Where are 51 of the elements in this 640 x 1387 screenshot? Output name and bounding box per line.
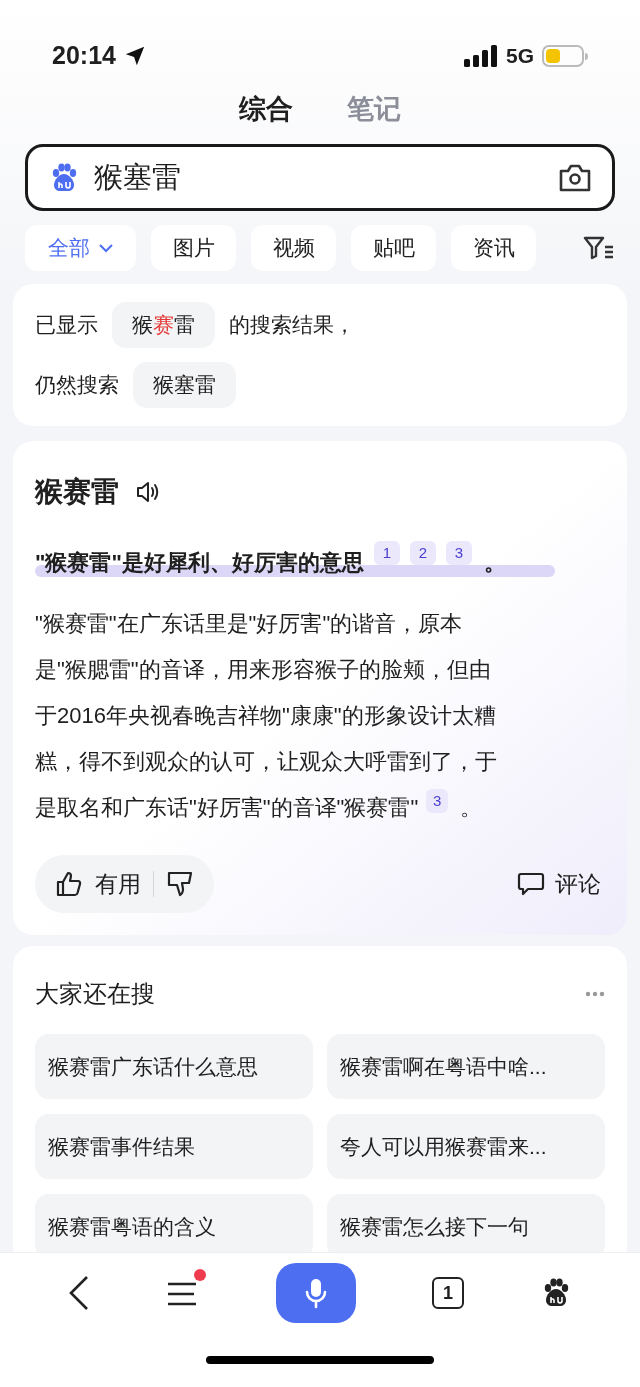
answer-summary: "猴赛雷"是好犀利、好厉害的意思 xyxy=(35,549,364,577)
filter-icon[interactable] xyxy=(583,235,615,261)
voice-button[interactable] xyxy=(276,1263,356,1323)
answer-body-line: 是"猴腮雷"的音译，用来形容猴子的脸颊，但由 xyxy=(35,656,491,684)
shown-label: 已显示 xyxy=(35,312,98,339)
search-field[interactable]: 猴塞雷 xyxy=(25,144,615,211)
network-label: 5G xyxy=(506,43,534,70)
citation-badge[interactable]: 3 xyxy=(445,541,472,565)
thumbs-up-icon xyxy=(55,870,83,898)
related-search-chip[interactable]: 猴赛雷怎么接下一句 xyxy=(327,1194,605,1252)
status-time: 20:14 xyxy=(52,40,116,72)
still-search-label: 仍然搜索 xyxy=(35,372,119,399)
answer-body-line: 是取名和广东话"好厉害"的音译"猴赛雷" xyxy=(35,794,419,822)
more-icon[interactable] xyxy=(585,991,605,997)
useful-button[interactable]: 有用 xyxy=(55,866,141,902)
battery-icon xyxy=(542,45,588,67)
summary-period: 。 xyxy=(483,549,506,577)
top-tab[interactable]: 综合 xyxy=(239,88,293,130)
search-input[interactable]: 猴塞雷 xyxy=(94,155,544,200)
related-search-chip[interactable]: 猴赛雷啊在粤语中啥... xyxy=(327,1034,605,1099)
signal-icon xyxy=(464,45,498,67)
related-search-chip[interactable]: 猴赛雷广东话什么意思 xyxy=(35,1034,313,1099)
citation-badge[interactable]: 3 xyxy=(426,789,449,813)
filter-chip[interactable]: 图片 xyxy=(151,225,236,271)
filter-chip[interactable]: 资讯 xyxy=(451,225,536,271)
results-label: 的搜索结果， xyxy=(229,312,355,339)
camera-icon[interactable] xyxy=(558,162,592,193)
related-search-chip[interactable]: 猴赛雷粤语的含义 xyxy=(35,1194,313,1252)
speaker-icon[interactable] xyxy=(135,480,161,504)
answer-body-line: 糕，得不到观众的认可，让观众大呼雷到了，于 xyxy=(35,748,497,776)
body-period: 。 xyxy=(460,794,483,822)
thumbs-down-icon[interactable] xyxy=(166,870,194,898)
filter-chip[interactable]: 视频 xyxy=(251,225,336,271)
comment-button[interactable]: 评论 xyxy=(517,866,605,902)
back-icon[interactable] xyxy=(68,1275,90,1311)
related-title: 大家还在搜 xyxy=(35,979,155,1009)
query-chip[interactable]: 猴赛雷 xyxy=(112,302,215,348)
query-chip[interactable]: 猴塞雷 xyxy=(133,362,236,408)
microphone-icon xyxy=(304,1277,328,1309)
answer-body-line: 于2016年央视春晚吉祥物"康康"的形象设计太糟 xyxy=(35,702,496,730)
chevron-down-icon xyxy=(97,243,114,253)
tabs-count-button[interactable]: 1 xyxy=(432,1277,464,1309)
citation-badge[interactable]: 1 xyxy=(373,541,400,565)
filter-chip[interactable]: 贴吧 xyxy=(351,225,436,271)
answer-title: 猴赛雷 xyxy=(35,475,119,509)
filter-chip[interactable]: 全部 xyxy=(25,225,136,271)
speech-bubble-icon xyxy=(517,871,545,897)
answer-body-line: "猴赛雷"在广东话里是"好厉害"的谐音，原本 xyxy=(35,610,463,638)
related-search-chip[interactable]: 夸人可以用猴赛雷来... xyxy=(327,1114,605,1179)
citation-badge[interactable]: 2 xyxy=(409,541,436,565)
related-search-chip[interactable]: 猴赛雷事件结果 xyxy=(35,1114,313,1179)
